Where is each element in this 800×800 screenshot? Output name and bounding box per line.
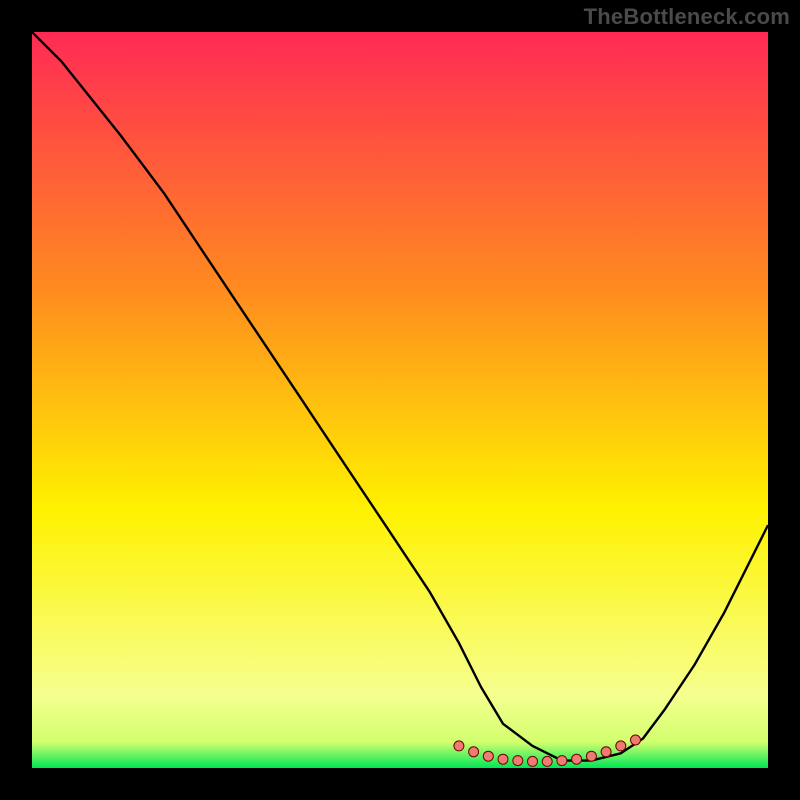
plot-area xyxy=(32,32,768,768)
marker-dot xyxy=(557,756,567,766)
watermark-text: TheBottleneck.com xyxy=(584,4,790,30)
marker-dot xyxy=(601,747,611,757)
chart-svg xyxy=(32,32,768,768)
gradient-rect xyxy=(32,32,768,768)
marker-dot xyxy=(586,751,596,761)
marker-dot xyxy=(454,741,464,751)
marker-dot xyxy=(542,756,552,766)
marker-dot xyxy=(483,751,493,761)
chart-frame: TheBottleneck.com xyxy=(0,0,800,800)
marker-dot xyxy=(498,754,508,764)
marker-dot xyxy=(513,756,523,766)
marker-dot xyxy=(616,741,626,751)
marker-dot xyxy=(528,756,538,766)
marker-dot xyxy=(572,754,582,764)
marker-dot xyxy=(469,747,479,757)
marker-dot xyxy=(631,735,641,745)
